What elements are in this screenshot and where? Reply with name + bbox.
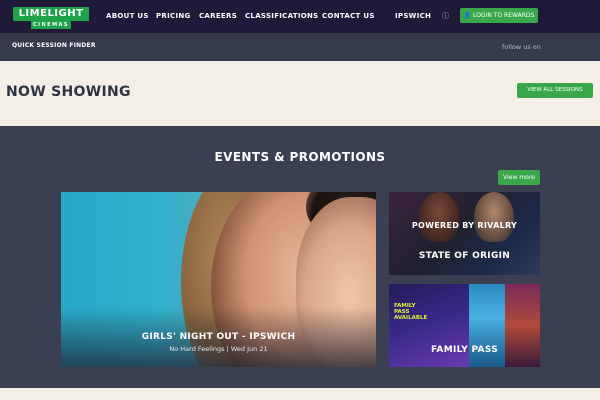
logo-wordmark: LIMELIGHT	[13, 7, 89, 21]
nav-contact-us[interactable]: CONTACT US	[322, 11, 375, 22]
quick-session-finder[interactable]: QUICK SESSION FINDER	[12, 42, 96, 49]
promo-main-title: GIRLS' NIGHT OUT - IPSWICH	[141, 332, 296, 342]
view-all-sessions-button[interactable]: VIEW ALL SESSIONS	[517, 83, 593, 98]
events-promotions-title: EVENTS & PROMOTIONS	[214, 150, 386, 164]
promo-girls-night-out[interactable]: GIRLS' NIGHT OUT - IPSWICH No Hard Feeli…	[61, 192, 376, 367]
login-to-rewards-button[interactable]: 👤 LOGIN TO REWARDS	[460, 8, 538, 23]
powered-by-rivalry-text: POWERED BY RIVALRY	[411, 221, 518, 230]
view-more-button[interactable]: View more	[498, 170, 540, 185]
promo-image-player-right	[474, 192, 514, 242]
limelight-logo[interactable]: LIMELIGHT CINEMAS	[13, 7, 89, 29]
nav-location-ipswich[interactable]: IPSWICH	[395, 11, 431, 22]
promo-main-subtitle: No Hard Feelings | Wed Jun 21	[169, 345, 268, 353]
nav-about-us[interactable]: ABOUT US	[106, 11, 149, 22]
nav-classifications[interactable]: CLASSIFICATIONS	[245, 11, 319, 22]
family-pass-badge: FAMILY PASS AVAILABLE	[394, 303, 427, 321]
bottom-band	[0, 388, 600, 400]
badge-line: AVAILABLE	[394, 315, 428, 321]
logo-subtitle: CINEMAS	[31, 21, 71, 29]
follow-us-label: follow us on	[502, 43, 541, 51]
login-label: LOGIN TO REWARDS	[473, 12, 535, 19]
now-showing-title: NOW SHOWING	[6, 84, 131, 100]
family-pass-title: FAMILY PASS	[431, 345, 498, 355]
user-icon: 👤	[463, 12, 472, 19]
state-of-origin-title: STATE OF ORIGIN	[418, 251, 511, 261]
promo-family-pass[interactable]: FAMILY PASS AVAILABLE FAMILY PASS	[389, 284, 540, 367]
info-icon[interactable]: ⓘ	[442, 11, 449, 22]
promo-image-player-left	[419, 192, 459, 242]
nav-careers[interactable]: CAREERS	[199, 11, 237, 22]
promo-state-of-origin[interactable]: POWERED BY RIVALRY STATE OF ORIGIN	[389, 192, 540, 275]
nav-pricing[interactable]: PRICING	[156, 11, 191, 22]
